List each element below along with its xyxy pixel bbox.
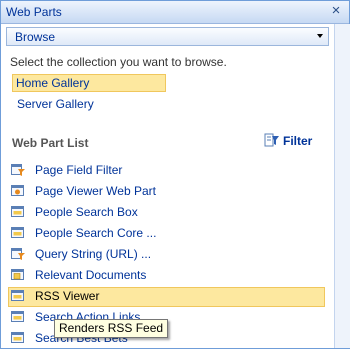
browse-instruction: Select the collection you want to browse… — [10, 55, 227, 69]
web-part-label: Query String (URL) ... — [35, 247, 152, 261]
chevron-down-icon — [317, 34, 323, 38]
web-part-label: People Search Box — [35, 205, 138, 219]
web-part-label: RSS Viewer — [35, 289, 100, 303]
filter-label: Filter — [283, 134, 313, 148]
web-part-item[interactable]: Page Field Filter — [8, 161, 323, 179]
pane-title: Web Parts — [6, 5, 62, 19]
filter-button[interactable]: Filter — [264, 132, 320, 150]
webpart-icon — [11, 311, 24, 322]
close-icon[interactable]: × — [328, 3, 344, 19]
web-part-label: People Search Core ... — [35, 226, 157, 240]
home-gallery-link[interactable]: Home Gallery — [12, 74, 166, 92]
page-viewer-icon — [11, 185, 24, 196]
web-part-label: Relevant Documents — [35, 268, 147, 282]
filter-webpart-icon — [11, 248, 25, 260]
web-part-label: Page Field Filter — [35, 163, 123, 177]
browse-dropdown[interactable]: Browse — [6, 27, 329, 46]
web-part-item[interactable]: Relevant Documents — [8, 266, 323, 284]
web-part-item[interactable]: People Search Core ... — [8, 224, 323, 242]
webpart-icon — [11, 227, 24, 238]
documents-icon — [11, 269, 24, 280]
web-part-item-selected[interactable]: RSS Viewer — [8, 287, 325, 307]
web-part-item[interactable]: People Search Box — [8, 203, 323, 221]
web-part-list-title: Web Part List — [12, 136, 89, 150]
web-part-label: Page Viewer Web Part — [35, 184, 156, 198]
web-part-item[interactable]: Query String (URL) ... — [8, 245, 323, 263]
browse-dropdown-value: Browse — [15, 30, 56, 44]
webpart-icon — [11, 290, 24, 301]
tooltip: Renders RSS Feed — [54, 319, 169, 338]
webpart-icon — [11, 206, 24, 217]
web-part-item[interactable]: Page Viewer Web Part — [8, 182, 323, 200]
server-gallery-link[interactable]: Server Gallery — [14, 96, 97, 112]
web-parts-pane: Web Parts × Browse Select the collection… — [0, 0, 350, 349]
webpart-icon — [11, 332, 24, 343]
scrollbar[interactable] — [334, 24, 350, 348]
filter-webpart-icon — [11, 164, 25, 176]
filter-icon — [264, 133, 279, 147]
title-bar: Web Parts × — [1, 1, 349, 24]
